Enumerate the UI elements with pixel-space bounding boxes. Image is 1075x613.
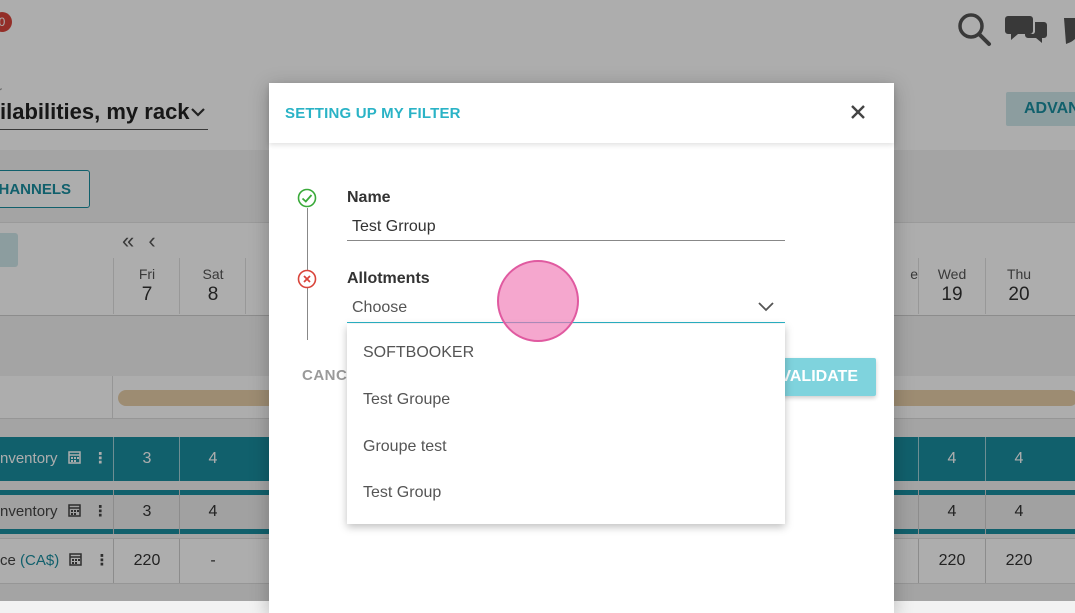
dropdown-option[interactable]: Test Groupe	[347, 377, 785, 423]
chevron-down-icon	[758, 302, 774, 312]
name-label: Name	[347, 189, 391, 206]
dialog-title: SETTING UP MY FILTER	[285, 105, 461, 122]
dropdown-option[interactable]: Test Group	[347, 470, 785, 516]
allotments-dropdown: SOFTBOOKER Test Groupe Groupe test Test …	[347, 324, 785, 524]
dialog-header: SETTING UP MY FILTER	[269, 83, 894, 143]
name-input[interactable]	[347, 213, 785, 241]
dropdown-option[interactable]: SOFTBOOKER	[347, 330, 785, 376]
allotments-label: Allotments	[347, 270, 430, 287]
click-indicator	[497, 260, 579, 342]
close-icon[interactable]	[847, 101, 869, 123]
check-circle-icon	[297, 188, 317, 208]
dropdown-option[interactable]: Groupe test	[347, 424, 785, 470]
error-circle-icon	[297, 269, 317, 289]
allotments-placeholder: Choose	[352, 299, 408, 316]
